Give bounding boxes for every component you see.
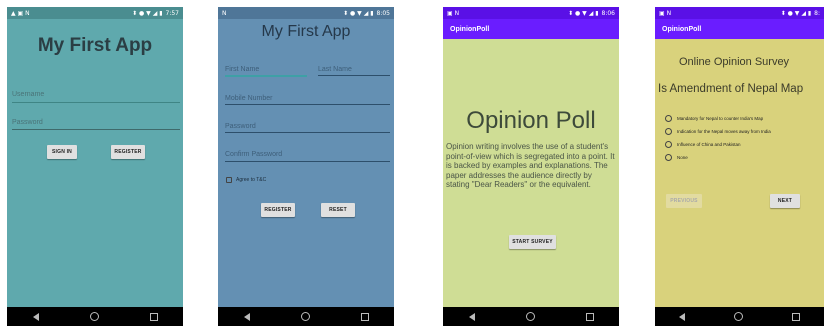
- notification-icons: ▲ ▣ N: [11, 9, 30, 17]
- screen-opinion-poll: ▣ N ⬍ ● ▼ ◢ ▮ 8:06 OpinionPoll Opinion P…: [443, 7, 619, 326]
- mobile-input[interactable]: Mobile Number: [225, 95, 272, 102]
- screen-register: N ⬍ ● ▼ ◢ ▮ 8:05 My First App First Name…: [218, 7, 394, 326]
- next-button[interactable]: NEXT: [770, 194, 800, 208]
- option-radio-3[interactable]: [665, 141, 672, 148]
- app-bar: OpinionPoll: [443, 19, 619, 39]
- survey-title: Online Opinion Survey: [679, 56, 790, 68]
- back-icon[interactable]: [243, 312, 250, 321]
- screen-survey: ▣ N ⬍ ● ▼ ◢ ▮ 8: OpinionPoll Online Opin…: [655, 7, 824, 326]
- previous-button[interactable]: PREVIOUS: [666, 194, 702, 208]
- password-underline: [12, 129, 180, 130]
- option-label-1[interactable]: Mandatory for Nepal to counter India's M…: [677, 116, 763, 121]
- notification-icons: ▣ N: [447, 9, 460, 17]
- clock: 7:57: [165, 9, 179, 17]
- last-name-input[interactable]: Last Name: [318, 66, 352, 73]
- poll-heading: Opinion Poll: [466, 107, 596, 134]
- survey-question: Is Amendment of Nepal Map: [658, 83, 804, 95]
- option-radio-2[interactable]: [665, 128, 672, 135]
- nav-bar: [7, 307, 183, 326]
- register-button[interactable]: REGISTER: [261, 203, 295, 217]
- back-icon[interactable]: [32, 312, 39, 321]
- home-icon[interactable]: [525, 312, 535, 321]
- status-icons: ⬍ ● ▼ ◢ ▮: [780, 9, 812, 17]
- notification-icons: ▣ N: [659, 9, 672, 17]
- home-icon[interactable]: [89, 312, 99, 321]
- option-radio-1[interactable]: [665, 115, 672, 122]
- status-bar: N ⬍ ● ▼ ◢ ▮ 8:05: [218, 7, 394, 19]
- recents-icon[interactable]: [360, 312, 369, 321]
- clock: 8:: [814, 9, 820, 17]
- clock: 8:06: [601, 9, 615, 17]
- register-button[interactable]: REGISTER: [111, 145, 145, 159]
- agree-label: Agree to T&C: [236, 177, 267, 183]
- home-icon[interactable]: [300, 312, 310, 321]
- first-name-input[interactable]: First Name: [225, 66, 259, 73]
- back-icon[interactable]: [468, 312, 475, 321]
- poll-description: Opinion writing involves the use of a st…: [446, 142, 615, 189]
- nav-bar: [655, 307, 824, 326]
- status-icons: ⬍ ● ▼ ◢ ▮: [568, 9, 599, 17]
- reset-button[interactable]: RESET: [321, 203, 355, 217]
- recents-icon[interactable]: [791, 312, 800, 321]
- option-label-3[interactable]: Influence of China and Pakistan: [677, 142, 741, 147]
- option-radio-4[interactable]: [665, 154, 672, 161]
- first-name-underline: [225, 75, 307, 77]
- status-icons: ⬍ ● ▼ ◢ ▮: [132, 9, 163, 17]
- app-title: My First App: [37, 35, 153, 56]
- username-input[interactable]: Username: [12, 91, 44, 98]
- password-input[interactable]: Password: [225, 123, 256, 130]
- password-underline: [225, 132, 390, 133]
- screen-login: ▲ ▣ N ⬍ ● ▼ ◢ ▮ 7:57 My First App Userna…: [7, 7, 183, 326]
- start-survey-button[interactable]: START SURVEY: [509, 235, 556, 249]
- app-title: My First App: [261, 23, 351, 40]
- notification-icons: N: [222, 9, 227, 17]
- status-icons: ⬍ ● ▼ ◢ ▮: [343, 9, 374, 17]
- option-label-4[interactable]: None: [677, 155, 688, 160]
- last-name-underline: [318, 75, 390, 76]
- status-bar: ▣ N ⬍ ● ▼ ◢ ▮ 8:: [655, 7, 824, 19]
- nav-bar: [443, 307, 619, 326]
- clock: 8:05: [376, 9, 390, 17]
- nav-bar: [218, 307, 394, 326]
- status-bar: ▣ N ⬍ ● ▼ ◢ ▮ 8:06: [443, 7, 619, 19]
- recents-icon[interactable]: [585, 312, 594, 321]
- confirm-password-input[interactable]: Confirm Password: [225, 151, 282, 158]
- option-label-2[interactable]: Indication for the Nepal moves away from…: [677, 129, 771, 134]
- back-icon[interactable]: [679, 312, 686, 321]
- app-bar: OpinionPoll: [655, 19, 824, 39]
- agree-checkbox[interactable]: [226, 177, 232, 183]
- password-input[interactable]: Password: [12, 119, 43, 126]
- confirm-password-underline: [225, 161, 390, 162]
- sign-in-button[interactable]: SIGN IN: [47, 145, 77, 159]
- status-bar: ▲ ▣ N ⬍ ● ▼ ◢ ▮ 7:57: [7, 7, 183, 19]
- mobile-underline: [225, 104, 390, 105]
- username-underline: [12, 102, 180, 103]
- recents-icon[interactable]: [149, 312, 158, 321]
- home-icon[interactable]: [733, 312, 743, 321]
